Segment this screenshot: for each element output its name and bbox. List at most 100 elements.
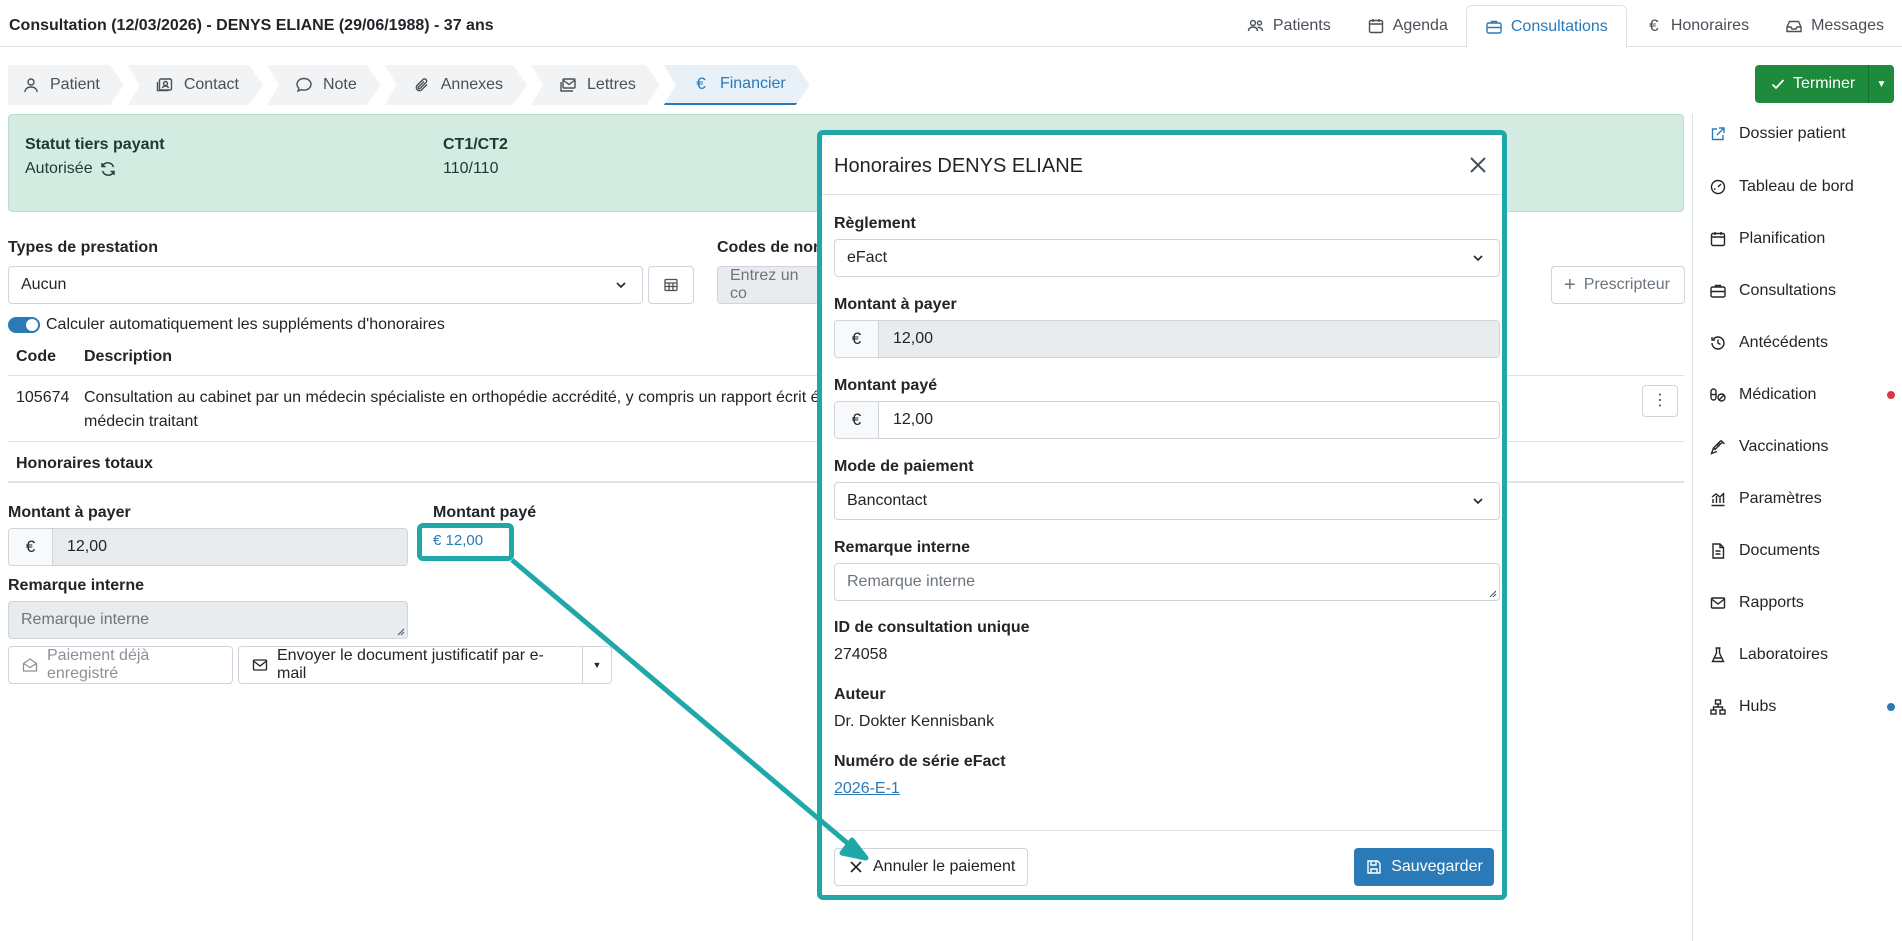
- row-description-line1: Consultation au cabinet par un médecin s…: [84, 389, 820, 406]
- sub-tabs: Patient Contact Note Annexes Lettres € F…: [8, 65, 814, 106]
- sidebar-item-parametres[interactable]: Paramètres: [1709, 490, 1895, 508]
- tab-financier[interactable]: € Financier: [664, 65, 810, 105]
- serial-label: Numéro de série eFact: [834, 753, 1006, 770]
- prestation-value: Aucun: [21, 276, 67, 293]
- refresh-icon[interactable]: [99, 160, 117, 178]
- pills-icon: [1709, 386, 1727, 404]
- already-paid-button[interactable]: Paiement déjà enregistré: [8, 646, 233, 684]
- to-pay-input[interactable]: € 12,00: [8, 528, 408, 566]
- prestation-select[interactable]: Aucun: [8, 266, 643, 304]
- table-icon: [662, 276, 680, 294]
- tab-lettres[interactable]: Lettres: [531, 65, 660, 105]
- modal-paid-input[interactable]: € 12,00: [834, 401, 1500, 439]
- to-pay-label: Montant à payer: [8, 504, 131, 521]
- remark-input[interactable]: Remarque interne: [8, 601, 408, 639]
- modal-to-pay-value: 12,00: [879, 321, 1499, 357]
- mode-label: Mode de paiement: [834, 458, 974, 475]
- sidebar-item-label: Vaccinations: [1739, 438, 1829, 455]
- close-icon: [847, 858, 865, 876]
- close-icon[interactable]: [1466, 153, 1490, 177]
- save-button[interactable]: Sauvegarder: [1354, 848, 1494, 886]
- serial-link[interactable]: 2026-E-1: [834, 780, 900, 798]
- sidebar-item-rapports[interactable]: Rapports: [1709, 594, 1895, 612]
- sidebar-item-dossier-patient[interactable]: Dossier patient: [1709, 125, 1895, 143]
- sidebar-item-documents[interactable]: Documents: [1709, 542, 1895, 560]
- sidebar-item-hubs[interactable]: Hubs: [1709, 698, 1895, 716]
- send-email-label: Envoyer le document justificatif par e-m…: [277, 647, 544, 682]
- resize-handle-icon[interactable]: [1487, 588, 1497, 598]
- sidebar-item-label: Médication: [1739, 386, 1817, 403]
- nav-label: Agenda: [1392, 17, 1448, 34]
- row-code: 105674: [16, 389, 70, 406]
- sidebar-item-medication[interactable]: Médication: [1709, 386, 1895, 404]
- paperclip-icon: [413, 76, 431, 94]
- remark-label: Remarque interne: [8, 577, 145, 594]
- check-icon: [1769, 75, 1787, 93]
- codes-input[interactable]: Entrez un co: [717, 266, 817, 304]
- tab-label: Annexes: [440, 76, 504, 93]
- chart-icon: [1709, 490, 1727, 508]
- top-bar: Consultation (12/03/2026) - DENYS ELIANE…: [0, 0, 1902, 48]
- sidebar-item-vaccinations[interactable]: Vaccinations: [1709, 438, 1895, 456]
- briefcase-icon: [1709, 282, 1727, 300]
- finish-button[interactable]: Terminer ▼: [1755, 65, 1894, 103]
- sidebar-item-antecedents[interactable]: Antécédents: [1709, 334, 1895, 352]
- inbox-icon: [1785, 17, 1803, 35]
- prescriber-button[interactable]: + Prescripteur: [1551, 266, 1685, 304]
- document-icon: [1709, 542, 1727, 560]
- caret-down-icon: ▼: [592, 660, 602, 670]
- prescriber-label: Prescripteur: [1583, 276, 1670, 293]
- payment-mode-value: Bancontact: [847, 492, 928, 509]
- sidebar-item-tableau-de-bord[interactable]: Tableau de bord: [1709, 178, 1895, 196]
- finish-dropdown-toggle[interactable]: ▼: [1868, 65, 1894, 103]
- letters-icon: [559, 76, 577, 94]
- users-icon: [1247, 17, 1265, 35]
- tab-contact[interactable]: Contact: [128, 65, 263, 105]
- auto-supplements-row: Calculer automatiquement les suppléments…: [8, 316, 445, 334]
- cancel-payment-label: Annuler le paiement: [873, 858, 1016, 875]
- send-email-button[interactable]: Envoyer le document justificatif par e-m…: [238, 646, 583, 684]
- top-navigation: Patients Agenda Consultations € Honorair…: [1229, 5, 1902, 48]
- modal-remark-input[interactable]: Remarque interne: [834, 563, 1500, 601]
- nav-patients[interactable]: Patients: [1229, 5, 1349, 47]
- nav-agenda[interactable]: Agenda: [1349, 5, 1466, 47]
- tab-label: Note: [322, 76, 357, 93]
- modal-to-pay-input[interactable]: € 12,00: [834, 320, 1500, 358]
- table-view-button[interactable]: [648, 266, 694, 304]
- mail-icon: [251, 656, 269, 674]
- chevron-down-icon: [1469, 249, 1487, 267]
- send-email-dropdown[interactable]: ▼: [582, 646, 612, 684]
- nav-label: Messages: [1811, 17, 1884, 34]
- nav-consultations[interactable]: Consultations: [1465, 5, 1627, 48]
- row-menu-button[interactable]: ⋮: [1642, 385, 1678, 417]
- flask-icon: [1709, 646, 1727, 664]
- author-value: Dr. Dokter Kennisbank: [834, 713, 995, 730]
- nav-messages[interactable]: Messages: [1767, 5, 1902, 47]
- calendar-icon: [1709, 230, 1727, 248]
- external-link-icon: [1709, 125, 1727, 143]
- tab-patient[interactable]: Patient: [8, 65, 124, 105]
- sidebar-item-consultations[interactable]: Consultations: [1709, 282, 1895, 300]
- plus-icon: +: [1564, 274, 1576, 296]
- nav-honoraires[interactable]: € Honoraires: [1627, 5, 1767, 47]
- consultation-id-label: ID de consultation unique: [834, 619, 1030, 636]
- euro-icon: €: [835, 321, 879, 357]
- to-pay-value: 12,00: [53, 529, 407, 565]
- finish-button-main[interactable]: Terminer: [1755, 75, 1868, 93]
- ct-value: 110/110: [443, 160, 499, 177]
- tab-note[interactable]: Note: [267, 65, 381, 105]
- auto-supplements-toggle[interactable]: [8, 317, 40, 333]
- sidebar-item-planification[interactable]: Planification: [1709, 230, 1895, 248]
- sidebar-item-label: Consultations: [1739, 282, 1836, 299]
- header-description: Description: [84, 348, 173, 365]
- payment-mode-select[interactable]: Bancontact: [834, 482, 1500, 520]
- tab-annexes[interactable]: Annexes: [385, 65, 527, 105]
- cancel-payment-button[interactable]: Annuler le paiement: [834, 848, 1029, 886]
- paid-label: Montant payé: [433, 504, 537, 521]
- save-icon: [1365, 858, 1383, 876]
- sidebar-item-laboratoires[interactable]: Laboratoires: [1709, 646, 1895, 664]
- reglement-select[interactable]: eFact: [834, 239, 1500, 277]
- resize-handle-icon[interactable]: [395, 626, 405, 636]
- mail-icon: [1709, 594, 1727, 612]
- highlight-box: [417, 523, 514, 561]
